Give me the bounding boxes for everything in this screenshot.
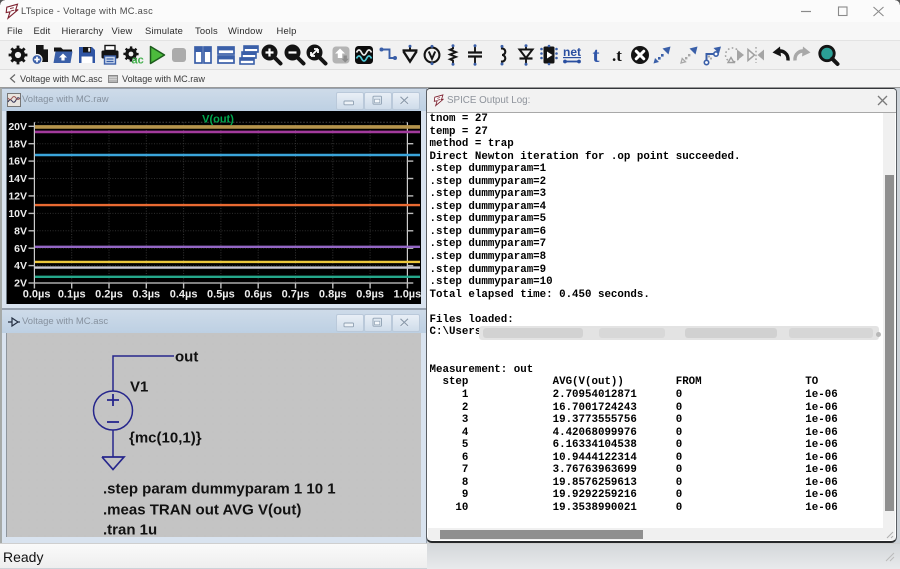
svg-text:0.2µs: 0.2µs: [95, 289, 123, 301]
svg-text:0.7µs: 0.7µs: [282, 289, 310, 301]
svg-text:.step param dummyparam 1 10 1: .step param dummyparam 1 10 1: [103, 480, 336, 497]
svg-text:6V: 6V: [14, 243, 27, 255]
svg-text:4V: 4V: [14, 260, 27, 272]
svg-text:t: t: [592, 43, 599, 67]
svg-text:.meas TRAN out AVG V(out): .meas TRAN out AVG V(out): [103, 502, 301, 519]
svg-text:0.4µs: 0.4µs: [170, 289, 198, 301]
svg-text:0.8µs: 0.8µs: [319, 289, 347, 301]
svg-text:0.6µs: 0.6µs: [244, 289, 272, 301]
svg-text:{mc(10,1)}: {mc(10,1)}: [129, 430, 202, 447]
svg-text:10V: 10V: [8, 208, 27, 220]
svg-text:.tran 1u: .tran 1u: [103, 522, 157, 537]
svg-text:.t: .t: [612, 46, 622, 65]
svg-text:20V: 20V: [8, 121, 27, 133]
svg-text:ac: ac: [132, 55, 144, 67]
svg-text:0.0µs: 0.0µs: [23, 289, 51, 301]
svg-text:0.3µs: 0.3µs: [132, 289, 160, 301]
svg-text:18V: 18V: [8, 138, 27, 150]
svg-text:0.9µs: 0.9µs: [356, 289, 384, 301]
svg-text:8V: 8V: [14, 225, 27, 237]
svg-text:net: net: [563, 45, 581, 59]
svg-text:out: out: [175, 349, 198, 366]
svg-text:1.0µs: 1.0µs: [394, 289, 421, 301]
svg-text:V1: V1: [130, 379, 148, 396]
svg-text:0.1µs: 0.1µs: [58, 289, 86, 301]
svg-text:14V: 14V: [8, 173, 27, 185]
svg-text:16V: 16V: [8, 156, 27, 168]
svg-text:V(out): V(out): [202, 114, 234, 126]
svg-text:0.5µs: 0.5µs: [207, 289, 235, 301]
svg-text:12V: 12V: [8, 191, 27, 203]
